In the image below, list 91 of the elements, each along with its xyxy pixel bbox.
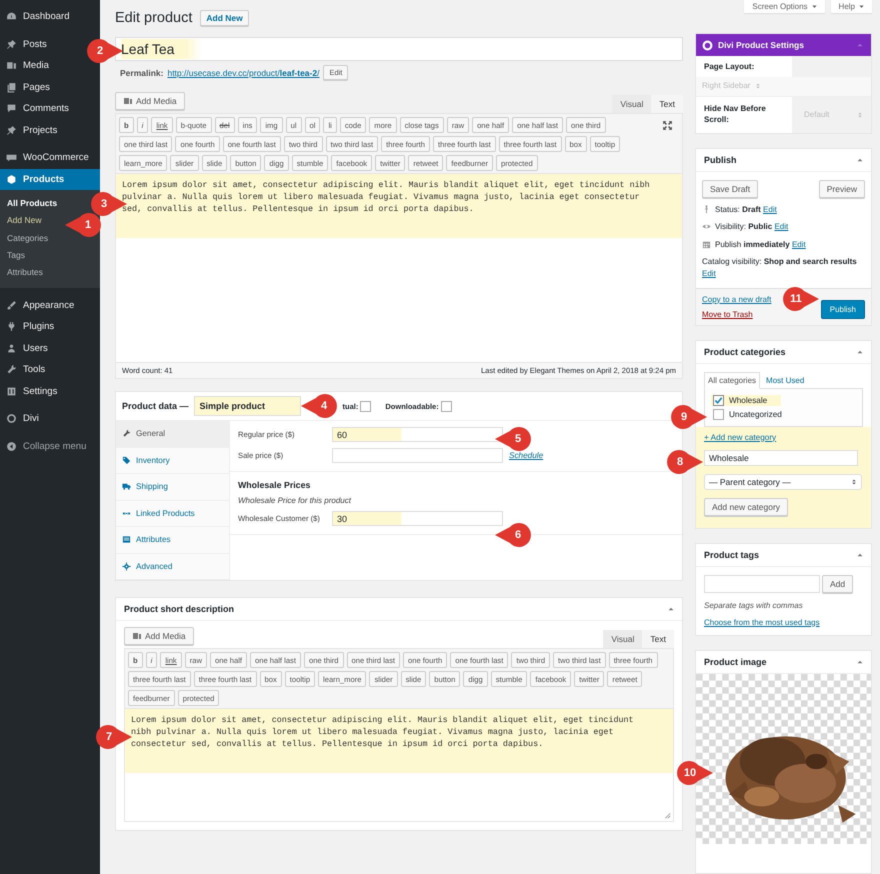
menu-item[interactable]: Products [0, 168, 100, 190]
menu-item[interactable]: Appearance [0, 294, 78, 316]
hint-text: Separate tags with commas [704, 600, 804, 610]
section-note: Wholesale Price for this product [238, 496, 352, 505]
content-text: Lorem ipsum dolor sit amet, consectetur adipiscing elit. Mauris blandit aliquet elit, eget tincidunt nibh pulvinar a. Nulla quis lorem ut libero malesuada feugiat. Vivamus magna justo, lacinia eget consectetur sed, convallis at tellus. Pellentesque in ipsum id orci porta dapibus. [125, 709, 673, 773]
step-marker: 4 [300, 393, 338, 419]
trash-link[interactable]: Move to Trash [702, 310, 772, 319]
section-heading: Wholesale Prices [238, 480, 312, 490]
panel-title: Product tags [704, 550, 760, 560]
panel-title: Publish [704, 154, 737, 165]
setting-label: Hide Nav Before Scroll: [696, 97, 792, 133]
editor-tab[interactable]: Visual [603, 630, 642, 648]
permalink-link[interactable]: http://usecase.dev.cc/product/leaf-tea-2/ [167, 68, 320, 78]
product-data-tab[interactable]: Advanced [116, 554, 229, 580]
page-title: Edit product [115, 10, 192, 26]
panel-title: Product categories [704, 346, 786, 357]
submenu-item[interactable]: Add New [0, 212, 44, 230]
editor-tab[interactable]: Text [651, 95, 683, 113]
menu-item[interactable]: Comments [0, 98, 73, 120]
menu-item[interactable]: Users [0, 337, 52, 359]
save-draft-button[interactable]: Save Draft [702, 180, 758, 198]
schedule-link[interactable]: Schedule [509, 451, 544, 460]
panel-title: Divi Product Settings [718, 40, 805, 50]
menu-item[interactable]: Media [0, 55, 53, 76]
category-label: Wholesale [729, 396, 768, 405]
submenu-item[interactable]: All Products [0, 195, 60, 212]
step-marker: 1 [64, 212, 102, 238]
collapse-menu-button[interactable]: Collapse menu [0, 435, 90, 457]
step-marker: 6 [494, 522, 532, 548]
publish-button[interactable]: Publish [820, 300, 865, 319]
publish-setting-text: Visibility: Public Edit [715, 221, 788, 233]
category-row[interactable]: Uncategorized [711, 408, 781, 420]
edit-link[interactable]: Edit [763, 204, 777, 214]
product-data-tab[interactable]: Inventory [116, 448, 229, 474]
menu-item[interactable]: Plugins [0, 316, 58, 338]
add-media-button[interactable]: Add Media [115, 92, 185, 110]
submenu-item[interactable]: Categories [0, 230, 52, 247]
category-label: Uncategorized [729, 410, 782, 419]
publish-setting-text: Catalog visibility: Shop and search results Edit [702, 256, 858, 280]
content-text: Lorem ipsum dolor sit amet, consectetur adipiscing elit. Mauris blandit aliquet elit, eget tincidunt nibh pulvinar a. Nulla quis lorem ut libero malesuada feugiat. Vivamus magna justo, lacinia eget consectetur sed, convallis at tellus. Pellentesque in ipsum id orci porta dapibus. [116, 174, 682, 238]
step-marker: 5 [494, 426, 532, 452]
submenu-item[interactable]: Tags [0, 246, 28, 264]
add-media-button[interactable]: Add Media [124, 627, 194, 645]
menu-item[interactable]: Settings [0, 380, 62, 402]
step-marker: 8 [666, 449, 704, 475]
price-field[interactable]: 30 [332, 511, 503, 526]
edit-link[interactable]: Edit [774, 222, 788, 232]
preview-button[interactable]: Preview [818, 180, 865, 198]
panel-title: Product data — [122, 401, 189, 411]
publish-setting-text: Publish immediately Edit [715, 238, 806, 250]
edit-link[interactable]: Edit [702, 268, 716, 278]
add-tag-button[interactable]: Add [822, 574, 854, 593]
product-data-tab[interactable]: Linked Products [116, 500, 229, 527]
product-data-tab[interactable]: Shipping [116, 474, 229, 500]
edit-link[interactable]: Edit [792, 240, 806, 249]
menu-item[interactable]: Dashboard [0, 6, 74, 28]
editor-tab[interactable]: Visual [612, 95, 652, 113]
menu-item[interactable]: Divi [0, 408, 43, 430]
screen-tab-button[interactable]: Screen Options [744, 0, 825, 13]
parent-category-select[interactable]: — Parent category — [704, 474, 862, 490]
menu-item[interactable]: Posts [0, 34, 51, 55]
add-category-button[interactable]: Add new category [704, 498, 788, 516]
product-type-select[interactable]: Simple product [194, 396, 301, 416]
category-tab[interactable]: All categories [704, 372, 760, 389]
copy-draft-link[interactable]: Copy to a new draft [702, 294, 772, 304]
category-row[interactable]: Wholesale [711, 394, 781, 406]
editor-tab[interactable]: Text [642, 630, 674, 648]
product-data-tab[interactable]: Attributes [116, 527, 229, 554]
menu-item[interactable]: Pages [0, 76, 54, 98]
step-marker: 10 [676, 760, 714, 786]
step-marker: 11 [782, 286, 820, 312]
panel-title: Product short description [124, 604, 234, 614]
category-tab[interactable]: Most Used [762, 372, 808, 389]
most-used-tags-link[interactable]: Choose from the most used tags [704, 618, 863, 627]
step-marker: 9 [670, 404, 708, 430]
menu-item[interactable]: WooCommerce [0, 147, 93, 168]
setting-label: Page Layout: [696, 56, 792, 77]
title-field[interactable]: Leaf Tea [115, 37, 683, 61]
submenu-item[interactable]: Attributes [0, 264, 46, 282]
add-new-button[interactable]: Add New [200, 10, 249, 26]
add-category-link[interactable]: + Add new category [704, 432, 776, 442]
menu-item[interactable]: Tools [0, 358, 50, 380]
panel-title: Product image [704, 656, 767, 667]
menu-item[interactable]: Projects [0, 120, 62, 141]
permalink-label: Permalink: [120, 68, 164, 78]
product-data-tab[interactable]: General [116, 421, 229, 448]
category-name-field[interactable]: Wholesale [704, 450, 858, 466]
price-field[interactable]: 60 [332, 427, 503, 442]
screen-tab-button[interactable]: Help [830, 0, 872, 13]
step-marker: 7 [95, 724, 133, 750]
publish-setting-text: Status: Draft Edit [715, 204, 777, 216]
